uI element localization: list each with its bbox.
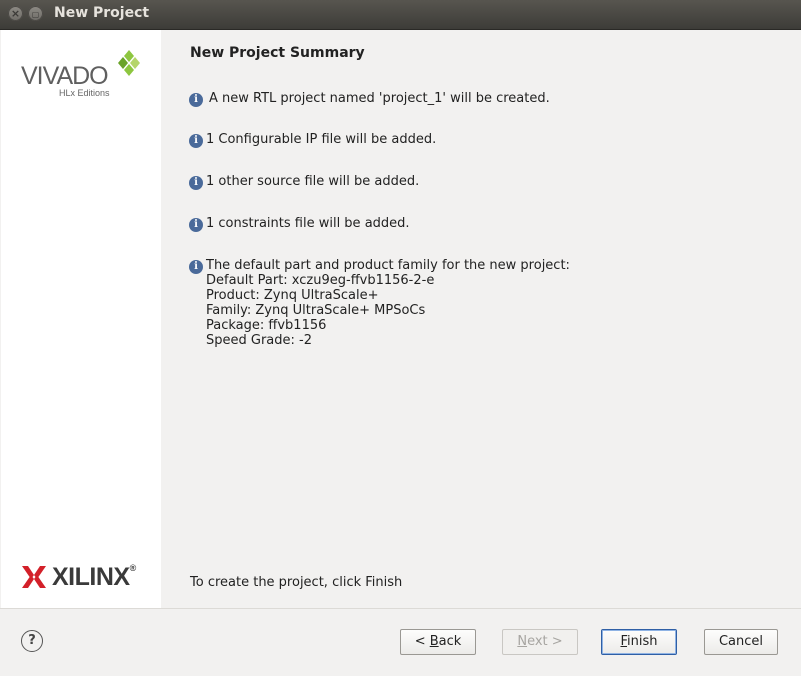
vivado-logo: VIVADO HLx Editions bbox=[21, 48, 151, 108]
maximize-window-button[interactable]: ▢ bbox=[28, 6, 43, 21]
page-title: New Project Summary bbox=[190, 45, 365, 61]
family-value: Family: Zynq UltraScale+ MPSoCs bbox=[206, 303, 426, 318]
xilinx-x-icon bbox=[22, 566, 46, 588]
help-button[interactable]: ? bbox=[21, 630, 43, 652]
info-text: 1 other source file will be added. bbox=[206, 174, 420, 189]
speed-grade-value: Speed Grade: -2 bbox=[206, 333, 312, 348]
vivado-logo-subtitle: HLx Editions bbox=[59, 88, 110, 98]
info-text: A new RTL project named 'project_1' will… bbox=[209, 91, 550, 106]
product-value: Product: Zynq UltraScale+ bbox=[206, 288, 379, 303]
vivado-diamond-icon bbox=[118, 50, 140, 76]
info-icon: i bbox=[189, 260, 203, 274]
vivado-logo-text: VIVADO bbox=[21, 62, 109, 90]
finish-instruction: To create the project, click Finish bbox=[190, 575, 403, 590]
button-bar: ? < Back Next > Finish Cancel bbox=[0, 608, 801, 676]
help-icon: ? bbox=[28, 633, 36, 648]
main-panel: New Project Summary i A new RTL project … bbox=[161, 30, 800, 608]
sidebar: VIVADO HLx Editions XILINX® bbox=[1, 30, 161, 608]
window-title: New Project bbox=[54, 5, 150, 21]
finish-button-label: Finish bbox=[620, 634, 658, 649]
info-icon: i bbox=[189, 176, 203, 190]
xilinx-logo-text: XILINX® bbox=[52, 563, 136, 591]
next-button[interactable]: Next > bbox=[502, 629, 578, 655]
close-window-button[interactable]: × bbox=[8, 6, 23, 21]
package-value: Package: ffvb1156 bbox=[206, 318, 327, 333]
info-icon: i bbox=[189, 218, 203, 232]
info-icon: i bbox=[189, 93, 203, 107]
new-project-dialog: × ▢ New Project VIVADO HLx Editions XILI… bbox=[0, 0, 801, 676]
finish-button[interactable]: Finish bbox=[601, 629, 677, 655]
maximize-icon: ▢ bbox=[31, 10, 40, 19]
back-button[interactable]: < Back bbox=[400, 629, 476, 655]
info-icon: i bbox=[189, 134, 203, 148]
default-part-value: Default Part: xczu9eg-ffvb1156-2-e bbox=[206, 273, 435, 288]
close-icon: × bbox=[10, 7, 21, 20]
xilinx-logo: XILINX® bbox=[21, 563, 151, 593]
info-text: The default part and product family for … bbox=[206, 258, 570, 273]
info-text: 1 Configurable IP file will be added. bbox=[206, 132, 437, 147]
info-text: 1 constraints file will be added. bbox=[206, 216, 410, 231]
back-button-label: < Back bbox=[414, 634, 462, 649]
cancel-button[interactable]: Cancel bbox=[704, 629, 778, 655]
info-text-block: The default part and product family for … bbox=[206, 258, 570, 348]
title-bar: × ▢ New Project bbox=[0, 0, 801, 30]
next-button-label: Next > bbox=[517, 634, 563, 649]
